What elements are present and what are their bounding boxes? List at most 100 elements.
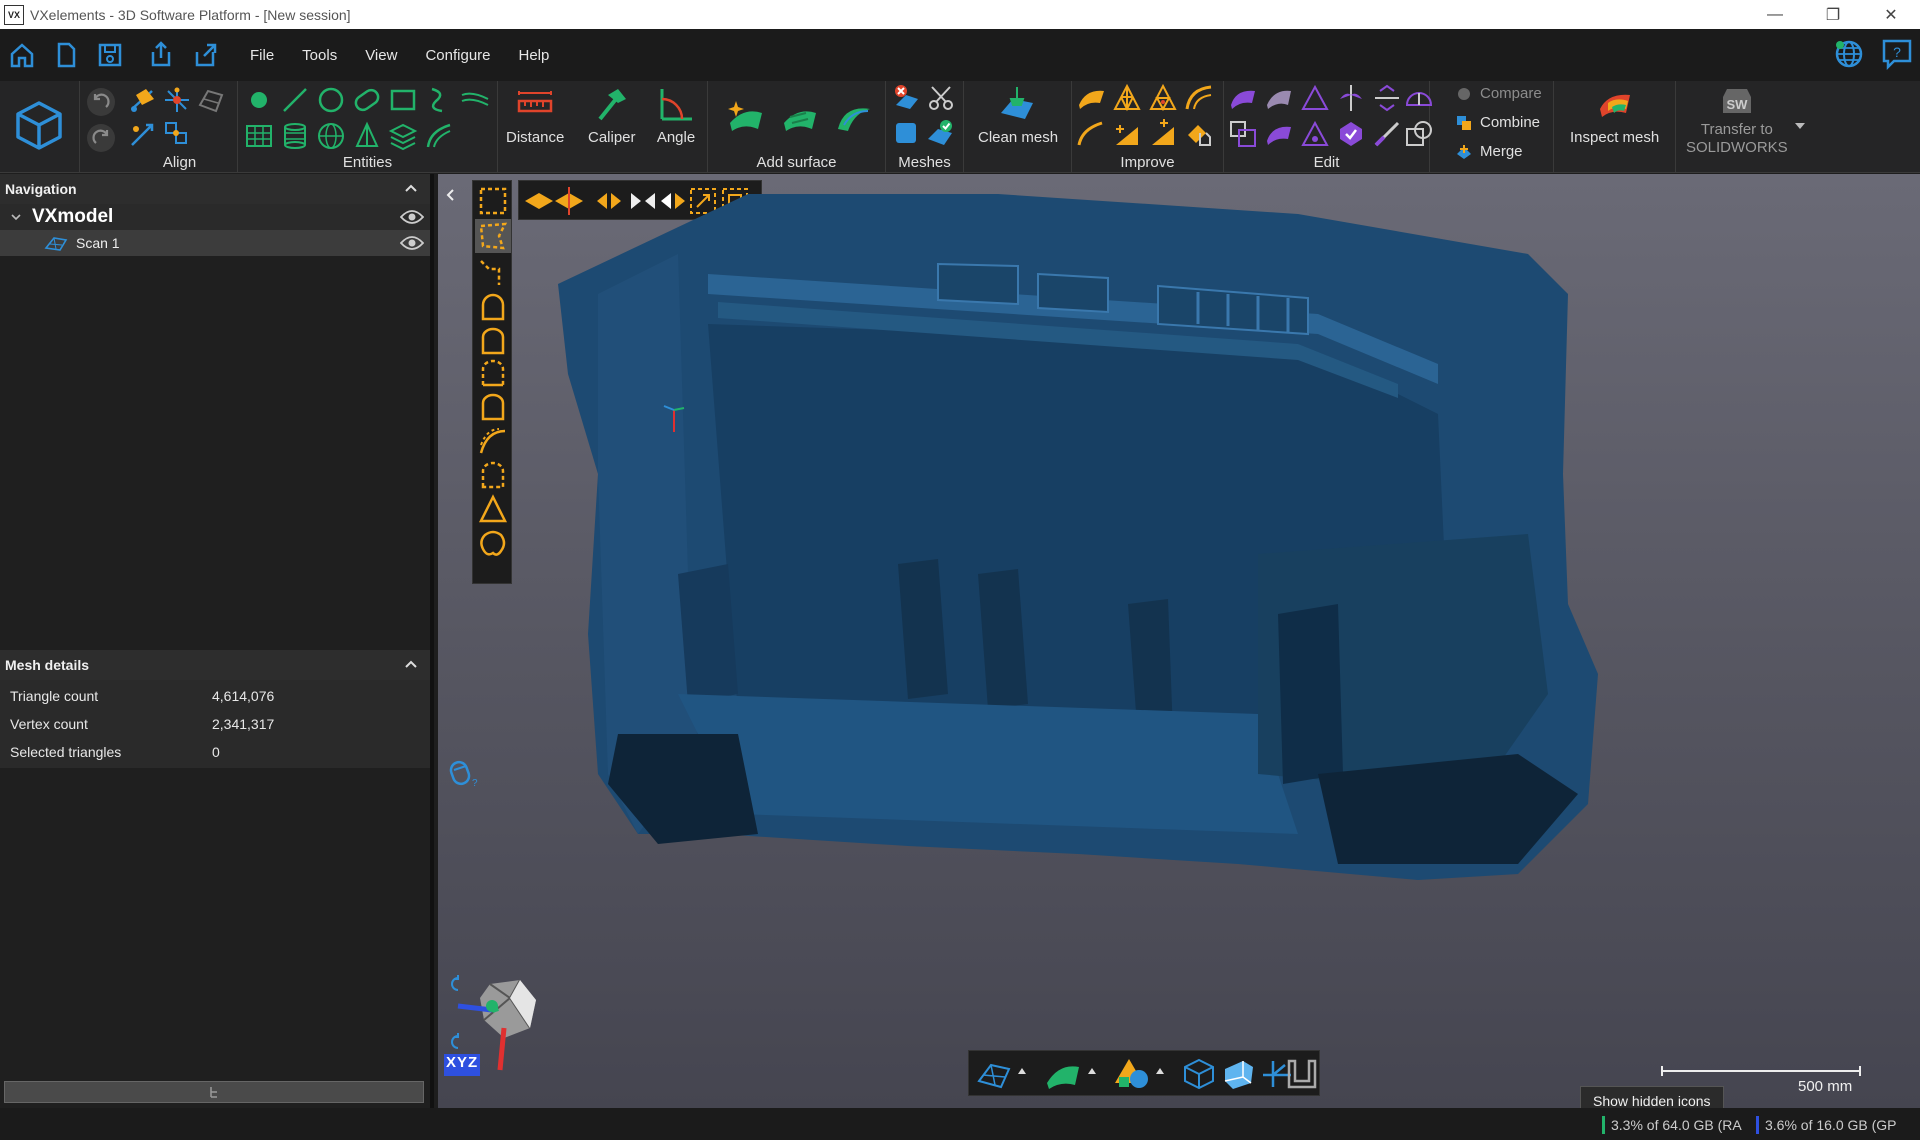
transfer-dropdown-icon[interactable] — [1794, 121, 1806, 131]
add-surface-patch-icon[interactable] — [780, 99, 820, 135]
caliper-button[interactable]: Caliper — [588, 85, 636, 147]
decimate-icon[interactable] — [1112, 83, 1142, 113]
cut-mesh-icon[interactable] — [926, 83, 956, 113]
cube-view-icon[interactable] — [14, 99, 64, 151]
menu-tools[interactable]: Tools — [288, 47, 351, 64]
title-bar: VX VXelements - 3D Software Platform - [… — [0, 0, 1920, 29]
align-grid-icon[interactable] — [162, 119, 192, 149]
fill-curve-icon[interactable] — [1112, 119, 1142, 149]
entities-display-dropdown-icon[interactable] — [1155, 1067, 1165, 1075]
add-surface-auto-icon[interactable] — [726, 97, 766, 133]
sphere-entity-icon[interactable] — [316, 121, 346, 151]
surface-display-icon[interactable] — [1045, 1057, 1081, 1091]
scale-bar — [1661, 1066, 1861, 1076]
orientation-widget[interactable]: XYZ — [444, 974, 554, 1076]
edit-split-icon[interactable] — [1372, 83, 1402, 113]
add-surface-freeform-icon[interactable] — [834, 99, 874, 135]
chevron-up-icon[interactable] — [404, 657, 418, 671]
caliper-icon — [598, 89, 626, 121]
bridge-icon[interactable] — [1148, 119, 1178, 149]
save-button[interactable] — [88, 33, 132, 77]
align-manual-icon[interactable] — [128, 119, 158, 149]
eye-icon[interactable] — [400, 235, 424, 251]
edit-check-icon[interactable] — [1336, 119, 1366, 149]
edit-shape-icon[interactable] — [1264, 83, 1294, 113]
plane-entity-icon[interactable] — [244, 121, 274, 151]
circle-entity-icon[interactable] — [316, 85, 346, 115]
restore-button[interactable]: ❐ — [1804, 0, 1862, 29]
mesh-box-icon[interactable] — [892, 117, 922, 147]
tree-root-vxmodel[interactable]: VXmodel — [0, 204, 430, 230]
import-button[interactable] — [140, 33, 184, 77]
menu-view[interactable]: View — [351, 47, 411, 64]
mesh-display-icon[interactable] — [977, 1057, 1013, 1091]
mesh-details-header[interactable]: Mesh details — [0, 650, 430, 680]
redo-icon[interactable] — [86, 123, 116, 153]
compare-button[interactable]: Compare — [1456, 85, 1542, 102]
xyz-label[interactable]: XYZ — [444, 1054, 481, 1076]
clean-mesh-button[interactable]: Clean mesh — [978, 85, 1058, 147]
align-best-fit-icon[interactable] — [128, 85, 158, 115]
distance-button[interactable]: Distance — [506, 85, 564, 147]
help-chat-icon[interactable]: ? — [1880, 37, 1914, 71]
surface-entity-icon[interactable] — [424, 121, 454, 151]
menu-help[interactable]: Help — [505, 47, 564, 64]
panel-resize-handle[interactable] — [4, 1081, 424, 1103]
inspect-mesh-button[interactable]: Inspect mesh — [1570, 85, 1659, 147]
navigation-header[interactable]: Navigation — [0, 174, 430, 204]
fill-holes-icon[interactable] — [1184, 83, 1214, 113]
remove-spikes-icon[interactable] — [1076, 119, 1106, 149]
menu-configure[interactable]: Configure — [411, 47, 504, 64]
rectangle-entity-icon[interactable] — [388, 85, 418, 115]
edit-fillet-icon[interactable] — [1264, 119, 1294, 149]
point-entity-icon[interactable] — [244, 85, 274, 115]
eye-icon[interactable] — [400, 209, 424, 225]
tree-item-scan-1[interactable]: Scan 1 — [0, 230, 430, 256]
entities-display-icon[interactable] — [1115, 1057, 1151, 1091]
mesh-check-icon[interactable] — [926, 117, 956, 147]
edit-cut-plane-icon[interactable] — [1336, 83, 1366, 113]
cone-entity-icon[interactable] — [352, 121, 382, 151]
menu-file[interactable]: File — [236, 47, 288, 64]
new-file-button[interactable] — [44, 33, 88, 77]
bounding-box-icon[interactable] — [1181, 1057, 1217, 1091]
home-button[interactable] — [0, 33, 44, 77]
subdivide-icon[interactable] — [1148, 83, 1178, 113]
ribbon-group-edit: Edit — [1224, 81, 1433, 173]
shaded-view-icon[interactable] — [1221, 1057, 1257, 1091]
globe-icon[interactable] — [1832, 37, 1866, 71]
touch-edit-icon[interactable] — [1184, 119, 1214, 149]
chevron-down-icon[interactable] — [10, 211, 22, 223]
angle-button[interactable]: Angle — [656, 85, 696, 147]
window-title: VXelements - 3D Software Platform - [New… — [30, 6, 351, 23]
slot-entity-icon[interactable] — [352, 85, 382, 115]
line-entity-icon[interactable] — [280, 85, 310, 115]
transfer-solidworks-button[interactable]: SW Transfer to SOLIDWORKS — [1686, 85, 1788, 157]
align-axes-icon[interactable] — [162, 85, 192, 115]
surface-display-dropdown-icon[interactable] — [1087, 1067, 1097, 1075]
align-surface-icon[interactable] — [196, 85, 226, 115]
delete-mesh-icon[interactable] — [892, 83, 922, 113]
wall-thickness-icon[interactable] — [1285, 1057, 1319, 1091]
close-button[interactable]: ✕ — [1862, 0, 1920, 29]
undo-icon[interactable] — [86, 87, 116, 117]
3d-viewport[interactable]: ? XYZ 500 mm Show hidden icons — [438, 174, 1920, 1108]
polyline-entity-icon[interactable] — [424, 85, 454, 115]
smooth-icon[interactable] — [1076, 83, 1106, 113]
combine-button[interactable]: Combine — [1456, 114, 1540, 131]
cylinder-entity-icon[interactable] — [280, 121, 310, 151]
export-button[interactable] — [184, 33, 228, 77]
edit-triangle-icon[interactable] — [1300, 83, 1330, 113]
edit-facet-icon[interactable] — [1300, 119, 1330, 149]
edit-knife-icon[interactable] — [1372, 119, 1402, 149]
edit-boundary-icon[interactable] — [1228, 119, 1258, 149]
minimize-button[interactable]: — — [1746, 0, 1804, 29]
mesh-display-dropdown-icon[interactable] — [1017, 1067, 1027, 1075]
chevron-up-icon[interactable] — [404, 181, 418, 195]
layers-entity-icon[interactable] — [388, 121, 418, 151]
curve-entity-icon[interactable] — [460, 85, 490, 115]
mouse-help-icon[interactable]: ? — [448, 758, 478, 788]
scan-mesh-render[interactable] — [438, 174, 1920, 1108]
edit-surface-icon[interactable] — [1228, 83, 1258, 113]
merge-button[interactable]: Merge — [1456, 143, 1523, 160]
